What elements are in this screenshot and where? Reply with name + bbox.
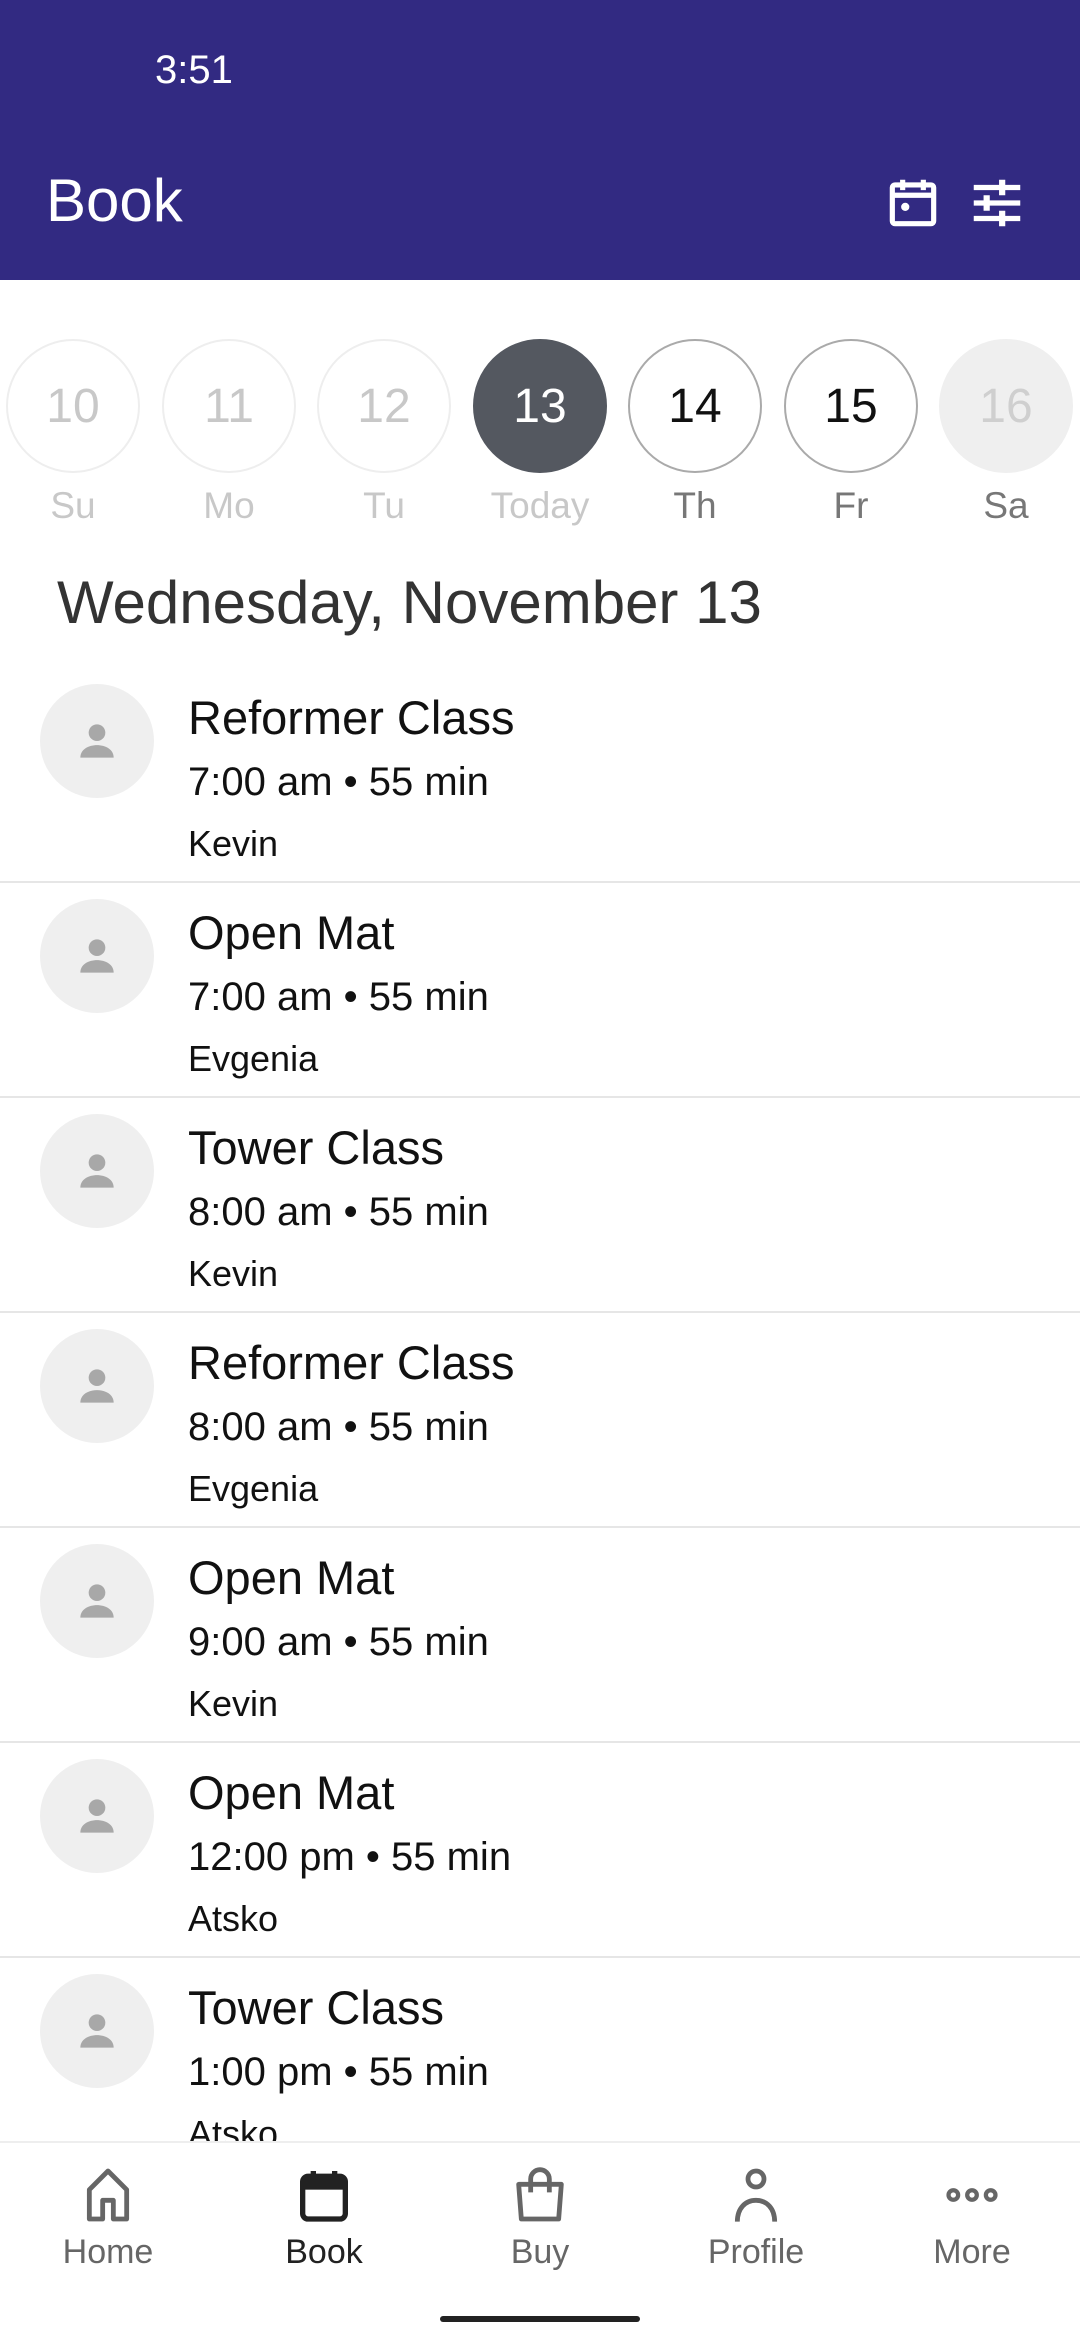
date-circle: 10 [6, 339, 140, 473]
class-instructor: Evgenia [188, 1038, 319, 1079]
date-11[interactable]: 11 Mo [161, 339, 297, 527]
status-time: 3:51 [155, 48, 233, 92]
date-13[interactable]: 13 Today [472, 339, 608, 527]
nav-book[interactable]: Book [216, 2163, 432, 2272]
class-list-item[interactable]: Reformer Class 8:00 am • 55 min Evgenia [0, 1313, 1080, 1528]
class-time: 8:00 am • 55 min [188, 1190, 489, 1234]
class-time: 7:00 am • 55 min [188, 760, 489, 804]
person-icon [80, 1154, 114, 1188]
nav-buy[interactable]: Buy [432, 2163, 648, 2272]
person-icon [80, 724, 114, 758]
class-instructor: Atsko [188, 2113, 279, 2141]
class-instructor: Kevin [188, 823, 279, 864]
avatar [40, 684, 154, 798]
avatar [40, 1974, 154, 2088]
avatar [40, 1329, 154, 1443]
nav-label: Book [285, 2233, 363, 2271]
date-label: Mo [203, 485, 255, 526]
date-10[interactable]: 10 Su [5, 339, 141, 527]
class-list-item[interactable]: Open Mat 7:00 am • 55 min Evgenia [0, 883, 1080, 1098]
class-list: Reformer Class 7:00 am • 55 min Kevin Open … [0, 668, 1080, 2141]
class-list-item[interactable]: Tower Class 1:00 pm • 55 min Atsko [0, 1958, 1080, 2141]
class-time: 9:00 am • 55 min [188, 1620, 489, 1664]
class-list-item[interactable]: Tower Class 8:00 am • 55 min Kevin [0, 1098, 1080, 1313]
class-instructor: Evgenia [188, 1468, 319, 1509]
nav-label: Profile [707, 2233, 805, 2271]
date-14[interactable]: 14 Th [627, 339, 763, 527]
date-circle: 12 [317, 339, 451, 473]
home-icon [86, 2168, 130, 2222]
class-title: Tower Class [188, 1121, 444, 1174]
class-time: 12:00 pm • 55 min [188, 1835, 512, 1879]
person-icon [734, 2168, 778, 2222]
class-time: 7:00 am • 55 min [188, 975, 489, 1019]
class-time: 1:00 pm • 55 min [188, 2050, 489, 2094]
more-dots-icon [946, 2188, 998, 2202]
date-12[interactable]: 12 Tu [316, 339, 452, 527]
bottom-nav: Home Book Buy Profile More [0, 2141, 1080, 2340]
class-title: Open Mat [188, 1551, 395, 1604]
date-label: Tu [363, 485, 405, 526]
page-title: Book [46, 167, 183, 234]
class-title: Tower Class [188, 1981, 444, 2034]
avatar [40, 1544, 154, 1658]
date-15[interactable]: 15 Fr [783, 339, 919, 527]
date-label: Th [673, 485, 717, 526]
date-label: Su [50, 485, 96, 526]
calendar-icon[interactable] [882, 172, 944, 234]
person-icon [80, 939, 114, 973]
app-header: 3:51 Book [0, 0, 1080, 280]
date-circle: 13 [473, 339, 607, 473]
calendar-icon [300, 2171, 348, 2222]
class-list-item[interactable]: Reformer Class 7:00 am • 55 min Kevin [0, 668, 1080, 883]
avatar [40, 899, 154, 1013]
date-label: Today [490, 485, 590, 526]
date-circle: 15 [784, 339, 918, 473]
date-label: Sa [983, 485, 1029, 526]
class-instructor: Atsko [188, 1898, 279, 1939]
date-circle: 14 [628, 339, 762, 473]
class-title: Reformer Class [188, 691, 515, 744]
shopping-bag-icon [516, 2167, 564, 2222]
date-16[interactable]: 16 Sa [938, 339, 1074, 527]
person-icon [80, 1369, 114, 1403]
class-list-item[interactable]: Open Mat 9:00 am • 55 min Kevin [0, 1528, 1080, 1743]
date-heading: Wednesday, November 13 [57, 569, 762, 636]
nav-label: More [933, 2233, 1011, 2271]
home-indicator[interactable] [440, 2316, 640, 2322]
avatar [40, 1759, 154, 1873]
person-icon [80, 1799, 114, 1833]
filter-sliders-icon[interactable] [966, 172, 1028, 234]
class-instructor: Kevin [188, 1683, 279, 1724]
person-icon [80, 2014, 114, 2048]
date-strip: 10 Su 11 Mo 12 Tu 13 Today 14 Th 15 Fr 16 Sa [0, 339, 1080, 539]
date-circle: 11 [162, 339, 296, 473]
nav-label: Home [62, 2233, 154, 2271]
class-title: Open Mat [188, 1766, 395, 1819]
class-list-item[interactable]: Open Mat 12:00 pm • 55 min Atsko [0, 1743, 1080, 1958]
date-label: Fr [833, 485, 869, 526]
person-icon [80, 1584, 114, 1618]
nav-home[interactable]: Home [0, 2163, 216, 2272]
avatar [40, 1114, 154, 1228]
nav-more[interactable]: More [864, 2163, 1080, 2272]
class-title: Open Mat [188, 906, 395, 959]
nav-label: Buy [510, 2233, 570, 2271]
class-title: Reformer Class [188, 1336, 515, 1389]
nav-profile[interactable]: Profile [648, 2163, 864, 2272]
date-circle: 16 [939, 339, 1073, 473]
class-time: 8:00 am • 55 min [188, 1405, 489, 1449]
class-instructor: Kevin [188, 1253, 279, 1294]
